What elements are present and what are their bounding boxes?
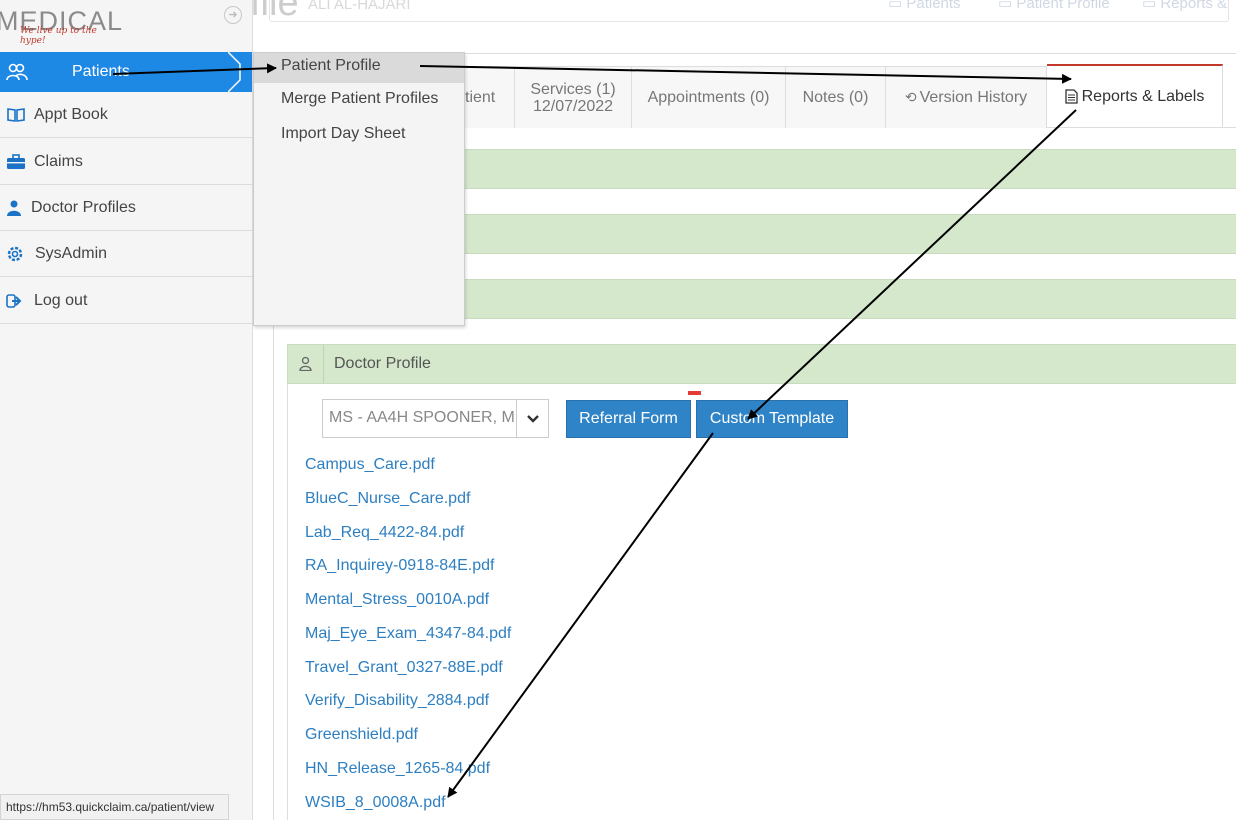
doctor-select-value: MS - AA4H SPOONER, M. <box>329 409 517 426</box>
book-icon <box>0 107 34 123</box>
notification-marker <box>688 391 701 395</box>
pdf-link[interactable]: Lab_Req_4422-84.pdf <box>305 524 464 542</box>
tab-notes[interactable]: Notes (0) <box>786 66 886 128</box>
sidebar-item-label: Appt Book <box>34 105 108 123</box>
patients-dropdown-menu: Patient Profile Merge Patient Profiles I… <box>253 52 465 326</box>
tab-reports-labels[interactable]: Reports & Labels <box>1047 64 1223 127</box>
doctor-select[interactable]: MS - AA4H SPOONER, M. <box>322 399 549 438</box>
pdf-link[interactable]: Greenshield.pdf <box>305 726 418 744</box>
doctor-icon <box>288 345 324 383</box>
sidebar-item-label: SysAdmin <box>35 244 108 262</box>
sidebar-item-logout[interactable]: Log out <box>0 278 252 324</box>
pdf-link[interactable]: Verify_Disability_2884.pdf <box>305 692 489 710</box>
pdf-link[interactable]: BlueC_Nurse_Care.pdf <box>305 490 470 508</box>
menu-item-import-day-sheet[interactable]: Import Day Sheet <box>254 121 464 151</box>
sidebar-item-claims[interactable]: Claims <box>0 139 252 185</box>
logout-icon <box>0 293 34 308</box>
sidebar-item-patients[interactable]: Patients <box>0 52 252 92</box>
sidebar: MEDICAL We live up to the hype! ➜ Patien… <box>0 0 253 820</box>
panel-title: Doctor Profile <box>334 355 431 372</box>
users-icon <box>0 63 34 81</box>
tab-patient[interactable]: tient <box>465 66 515 128</box>
breadcrumb-reports[interactable]: ▭ Reports & <box>1142 0 1227 12</box>
sidebar-item-label: Patients <box>72 63 130 80</box>
sidebar-item-doctor-profiles[interactable]: Doctor Profiles <box>0 185 252 231</box>
brand-tagline: We live up to the hype! <box>20 26 97 46</box>
breadcrumb-patients[interactable]: ▭ Patients <box>888 0 961 12</box>
collapse-sidebar-icon[interactable]: ➜ <box>224 6 242 24</box>
chevron-right-icon <box>228 52 241 92</box>
tab-appointments[interactable]: Appointments (0) <box>632 66 786 128</box>
custom-template-button[interactable]: Custom Template <box>696 400 848 438</box>
pdf-link[interactable]: HN_Release_1265-84.pdf <box>305 760 490 778</box>
doctor-profile-panel-header[interactable]: Doctor Profile <box>287 344 1236 384</box>
list-icon: ▭ <box>888 0 907 12</box>
list-icon: ▭ <box>1142 0 1161 12</box>
referral-form-button[interactable]: Referral Form <box>566 400 691 438</box>
tab-services[interactable]: Services (1) 12/07/2022 <box>515 66 632 128</box>
document-icon <box>1064 88 1078 104</box>
menu-item-merge-patient-profiles[interactable]: Merge Patient Profiles <box>254 86 464 116</box>
logo: MEDICAL We live up to the hype! <box>0 4 122 46</box>
sidebar-item-label: Log out <box>34 291 88 309</box>
sidebar-item-label: Doctor Profiles <box>31 198 136 216</box>
chevron-down-icon[interactable] <box>516 400 548 437</box>
history-icon: ⟲ <box>904 89 917 105</box>
sidebar-item-appt-book[interactable]: Appt Book <box>0 92 252 138</box>
briefcase-icon <box>0 153 34 170</box>
pdf-link[interactable]: Mental_Stress_0010A.pdf <box>305 591 489 609</box>
pdf-link[interactable]: RA_Inquirey-0918-84E.pdf <box>305 557 494 575</box>
status-bar-url: https://hm53.quickclaim.ca/patient/view <box>0 794 229 820</box>
sidebar-item-sysadmin[interactable]: SysAdmin <box>0 231 252 277</box>
gear-icon <box>0 245 35 263</box>
patient-name: ALI AL-HAJARI <box>308 0 411 13</box>
pdf-link[interactable]: WSIB_8_0008A.pdf <box>305 794 446 812</box>
breadcrumb-patient-profile[interactable]: ▭ Patient Profile <box>998 0 1110 12</box>
pdf-link[interactable]: Travel_Grant_0327-88E.pdf <box>305 659 503 677</box>
list-icon: ▭ <box>998 0 1017 12</box>
tab-version-history[interactable]: ⟲ Version History <box>886 66 1047 128</box>
menu-item-patient-profile[interactable]: Patient Profile <box>254 53 464 83</box>
sidebar-item-label: Claims <box>34 152 83 170</box>
pdf-link[interactable]: Campus_Care.pdf <box>305 456 435 474</box>
pdf-link[interactable]: Maj_Eye_Exam_4347-84.pdf <box>305 625 511 643</box>
doctor-icon <box>0 200 31 216</box>
